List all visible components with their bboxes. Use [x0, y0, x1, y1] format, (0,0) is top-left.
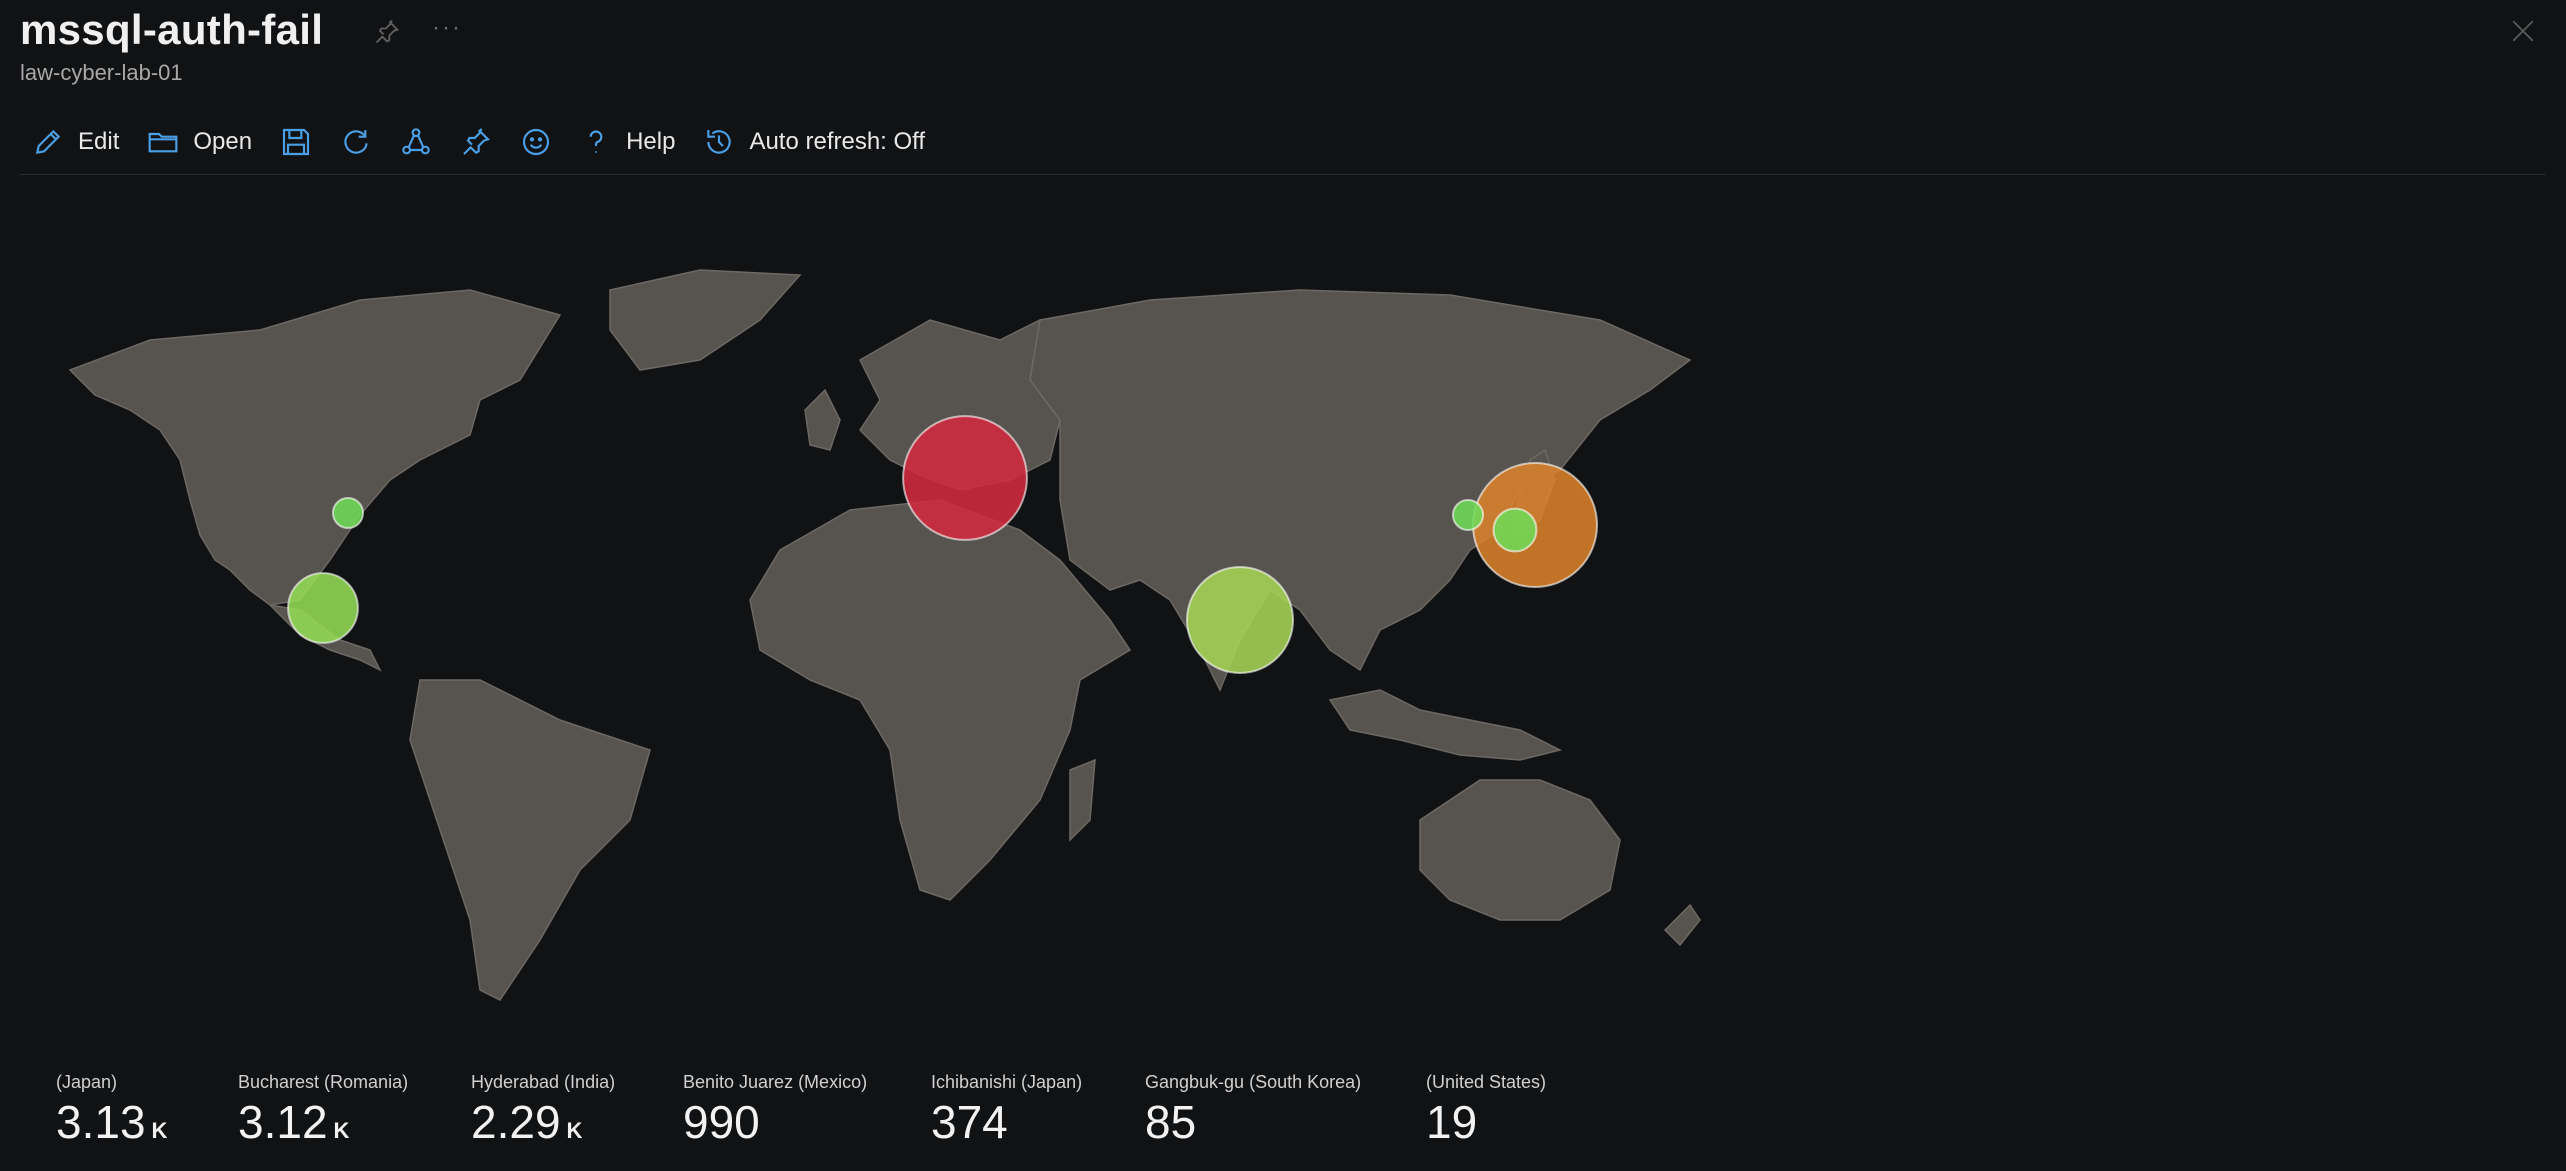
- header: mssql-auth-fail law-cyber-lab-01: [20, 6, 323, 86]
- land-south-america: [409, 679, 651, 1001]
- close-icon[interactable]: [2510, 18, 2536, 44]
- land-madagascar: [1069, 758, 1096, 842]
- page-title: mssql-auth-fail: [20, 6, 324, 53]
- toolbar: Edit Open Help Auto refresh: Off: [32, 120, 953, 164]
- tile-number: 374: [931, 1096, 1008, 1148]
- tile-bucharest[interactable]: Bucharest (Romania) 3.12 K: [238, 1072, 408, 1145]
- save-button[interactable]: [280, 126, 312, 158]
- tile-value: 3.12 K: [238, 1099, 408, 1145]
- refresh-button[interactable]: [340, 126, 372, 158]
- tile-label: Hyderabad (India): [471, 1072, 616, 1092]
- help-button[interactable]: Help: [580, 126, 675, 158]
- land-greenland: [609, 269, 802, 371]
- land-uk: [804, 388, 841, 451]
- question-mark-icon: [589, 130, 603, 153]
- pencil-icon: [35, 129, 61, 155]
- edit-label: Edit: [78, 128, 120, 155]
- tile-value: 19: [1426, 1099, 1546, 1145]
- pin-icon: [463, 128, 491, 155]
- tile-value: 2.29 K: [471, 1099, 615, 1145]
- page-subtitle: law-cyber-lab-01: [20, 60, 183, 85]
- land-se-asia-islands: [1328, 689, 1563, 761]
- world-map[interactable]: [0, 260, 1760, 1060]
- map-bubble-4[interactable]: [1492, 507, 1538, 553]
- tile-ichibanishi[interactable]: Ichibanishi (Japan) 374: [931, 1072, 1082, 1145]
- tile-value: 85: [1145, 1099, 1361, 1145]
- tile-value: 374: [931, 1099, 1082, 1145]
- tile-unit: K: [566, 1118, 583, 1143]
- save-icon: [283, 128, 310, 156]
- tile-label: Ichibanishi (Japan): [931, 1072, 1083, 1092]
- tile-label: (Japan): [56, 1072, 118, 1092]
- folder-icon: [148, 132, 178, 153]
- tile-number: 3.12: [238, 1096, 328, 1148]
- tile-number: 3.13: [56, 1096, 146, 1148]
- land-new-zealand: [1663, 903, 1701, 947]
- tile-japan[interactable]: (Japan) 3.13 K: [56, 1072, 167, 1145]
- auto-refresh-button[interactable]: Auto refresh: Off: [703, 126, 925, 158]
- tile-united-states[interactable]: (United States) 19: [1426, 1072, 1546, 1145]
- feedback-button[interactable]: [520, 126, 552, 158]
- toolbar-divider: [20, 174, 2546, 175]
- open-label: Open: [193, 128, 253, 155]
- tile-unit: K: [333, 1118, 350, 1143]
- tile-hyderabad[interactable]: Hyderabad (India) 2.29 K: [471, 1072, 615, 1145]
- tile-number: 2.29: [471, 1096, 561, 1148]
- land-asia: [1029, 289, 1692, 692]
- tile-label: Gangbuk-gu (South Korea): [1145, 1072, 1362, 1092]
- tile-number: 990: [683, 1096, 760, 1148]
- tile-label: Benito Juarez (Mexico): [683, 1072, 868, 1092]
- tile-number: 19: [1426, 1096, 1478, 1148]
- map-bubble-3[interactable]: [287, 572, 359, 644]
- map-bubble-1[interactable]: [902, 415, 1028, 541]
- smiley-icon: [523, 128, 550, 156]
- edit-button[interactable]: Edit: [32, 126, 119, 158]
- map-bubble-5[interactable]: [1452, 499, 1484, 531]
- tile-number: 85: [1145, 1096, 1197, 1148]
- tile-label: Bucharest (Romania): [238, 1072, 409, 1092]
- pin-icon[interactable]: [373, 18, 401, 46]
- map-bubble-2[interactable]: [1186, 566, 1294, 674]
- history-icon: [707, 130, 732, 154]
- tile-benito-juarez[interactable]: Benito Juarez (Mexico) 990: [683, 1072, 867, 1145]
- tile-gangbuk-gu[interactable]: Gangbuk-gu (South Korea) 85: [1145, 1072, 1361, 1145]
- open-button[interactable]: Open: [147, 126, 252, 158]
- land-north-america: [68, 289, 562, 606]
- land-australia: [1419, 779, 1621, 921]
- help-label: Help: [626, 128, 676, 155]
- auto-refresh-label: Auto refresh: Off: [749, 128, 926, 155]
- share-icon: [402, 128, 430, 155]
- more-options-icon[interactable]: ···: [432, 14, 462, 42]
- map-bubble-6[interactable]: [332, 497, 364, 529]
- refresh-icon: [344, 130, 368, 154]
- share-button[interactable]: [400, 126, 432, 158]
- pin-to-dashboard-button[interactable]: [460, 126, 492, 158]
- tile-value: 3.13 K: [56, 1099, 167, 1145]
- tile-value: 990: [683, 1099, 867, 1145]
- tile-unit: K: [151, 1118, 168, 1143]
- tile-label: (United States): [1426, 1072, 1547, 1092]
